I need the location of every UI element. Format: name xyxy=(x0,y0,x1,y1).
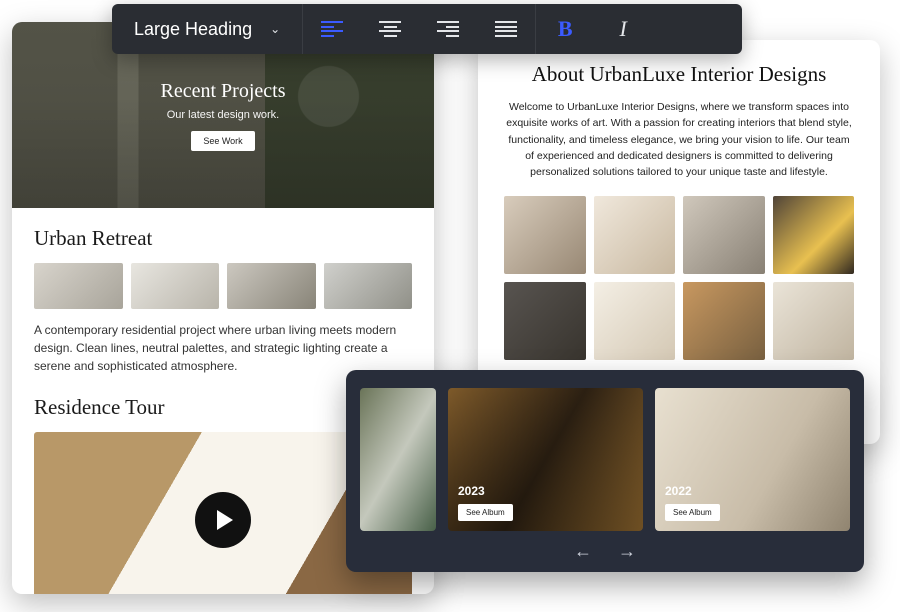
carousel-slide[interactable]: 2023 See Album xyxy=(448,388,643,531)
grid-image[interactable] xyxy=(683,282,765,360)
grid-image[interactable] xyxy=(773,282,855,360)
thumbnail[interactable] xyxy=(34,263,123,309)
image-grid xyxy=(504,196,854,359)
play-button[interactable] xyxy=(195,492,251,548)
see-work-button[interactable]: See Work xyxy=(191,131,254,151)
thumbnail[interactable] xyxy=(131,263,220,309)
italic-icon: I xyxy=(619,16,626,42)
see-album-button[interactable]: See Album xyxy=(458,504,513,521)
slide-year: 2022 xyxy=(665,484,840,498)
grid-image[interactable] xyxy=(504,282,586,360)
see-album-button[interactable]: See Album xyxy=(665,504,720,521)
chevron-down-icon: ⌄ xyxy=(270,22,280,36)
alignment-group xyxy=(303,4,535,54)
about-title: About UrbanLuxe Interior Designs xyxy=(504,62,854,87)
grid-image[interactable] xyxy=(773,196,855,274)
align-left-icon xyxy=(321,21,343,37)
grid-image[interactable] xyxy=(683,196,765,274)
italic-button[interactable]: I xyxy=(594,4,652,54)
about-text: Welcome to UrbanLuxe Interior Designs, w… xyxy=(504,99,854,180)
carousel-slide[interactable]: 2022 See Album xyxy=(655,388,850,531)
bold-button[interactable]: B xyxy=(536,4,594,54)
carousel-next-button[interactable]: → xyxy=(618,541,636,562)
hero-subtitle: Our latest design work. xyxy=(167,109,280,121)
format-toolbar: Large Heading ⌄ B I xyxy=(112,4,742,54)
align-justify-button[interactable] xyxy=(477,4,535,54)
section-title-urban-retreat: Urban Retreat xyxy=(34,226,412,251)
align-center-icon xyxy=(379,21,401,37)
align-left-button[interactable] xyxy=(303,4,361,54)
align-justify-icon xyxy=(495,21,517,37)
thumbnail[interactable] xyxy=(227,263,316,309)
align-right-button[interactable] xyxy=(419,4,477,54)
bold-icon: B xyxy=(558,16,573,42)
heading-style-dropdown[interactable]: Large Heading ⌄ xyxy=(112,4,302,54)
thumbnail[interactable] xyxy=(324,263,413,309)
thumbnail-row xyxy=(34,263,412,309)
grid-image[interactable] xyxy=(504,196,586,274)
dropdown-label: Large Heading xyxy=(134,19,252,40)
style-group: B I xyxy=(536,4,652,54)
align-center-button[interactable] xyxy=(361,4,419,54)
grid-image[interactable] xyxy=(594,196,676,274)
grid-image[interactable] xyxy=(594,282,676,360)
carousel-nav: ← → xyxy=(360,541,850,562)
hero-title: Recent Projects xyxy=(161,80,286,103)
album-carousel: 2023 See Album 2022 See Album ← → xyxy=(346,370,864,572)
slide-year: 2023 xyxy=(458,484,633,498)
carousel-slide-partial[interactable] xyxy=(360,388,436,531)
section-description: A contemporary residential project where… xyxy=(34,321,412,375)
align-right-icon xyxy=(437,21,459,37)
carousel-prev-button[interactable]: ← xyxy=(574,541,592,562)
